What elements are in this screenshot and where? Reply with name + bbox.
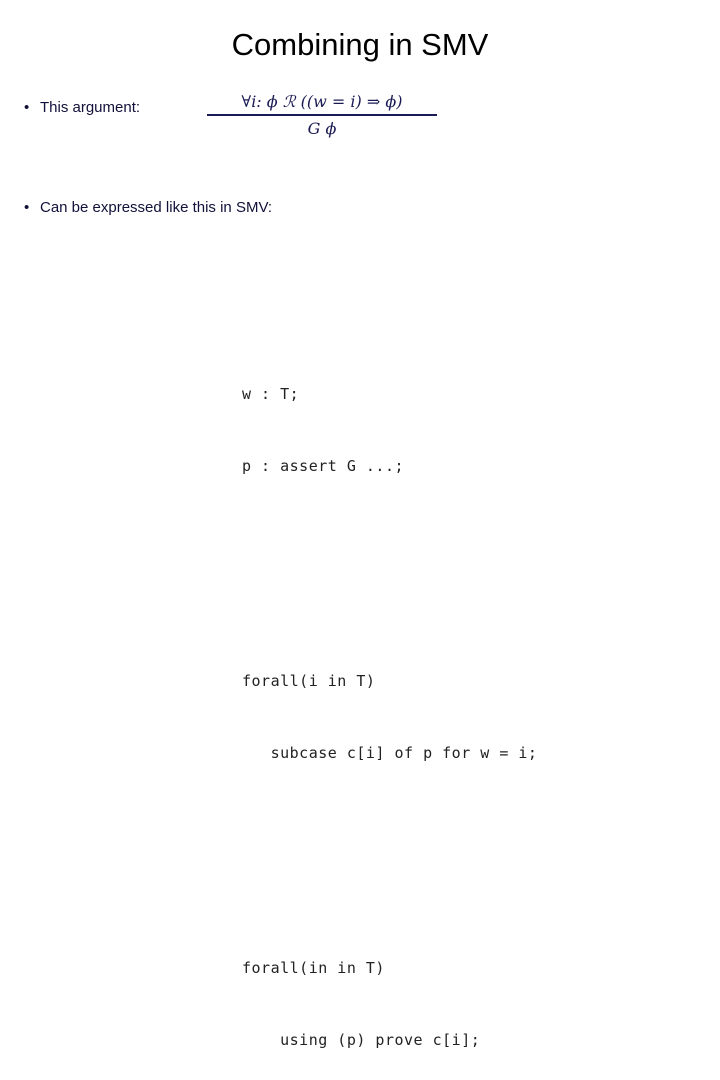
inference-rule-numerator: ∀i: ϕ ℛ ((w = i) ⇒ ϕ): [241, 92, 403, 111]
code-group-prove: forall(in in T) using (p) prove c[i];: [242, 908, 537, 1080]
bullet-item-this-argument: • This argument:: [24, 98, 140, 118]
code-group-subcase: forall(i in T) subcase c[i] of p for w =…: [242, 621, 537, 813]
bullet-item-can-be-expressed: • Can be expressed like this in SMV:: [24, 198, 272, 218]
code-line: forall(in in T): [242, 959, 385, 977]
bullet-dot-icon: •: [24, 99, 30, 116]
code-line: subcase c[i] of p for w = i;: [242, 744, 538, 762]
smv-code-block: w : T; p : assert G ...; forall(i in T) …: [242, 262, 537, 1080]
slide-canvas: Combining in SMV • This argument: ∀i: ϕ …: [0, 0, 720, 1049]
inference-rule-denominator: G ϕ: [307, 118, 337, 138]
inference-rule: ∀i: ϕ ℛ ((w = i) ⇒ ϕ) G ϕ: [207, 91, 437, 139]
code-line: using (p) prove c[i];: [242, 1031, 481, 1049]
page-title: Combining in SMV: [231, 27, 489, 62]
inference-rule-divider: [207, 114, 437, 116]
code-line: p : assert G ...;: [242, 457, 405, 475]
bullet-label-can-be-expressed: Can be expressed like this in SMV:: [40, 199, 273, 216]
bullet-label-this-argument: This argument:: [40, 99, 141, 116]
bullet-dot-icon: •: [24, 199, 30, 216]
code-line: forall(i in T): [242, 672, 376, 690]
code-group-declarations: w : T; p : assert G ...;: [242, 334, 537, 526]
code-line: w : T;: [242, 385, 300, 403]
